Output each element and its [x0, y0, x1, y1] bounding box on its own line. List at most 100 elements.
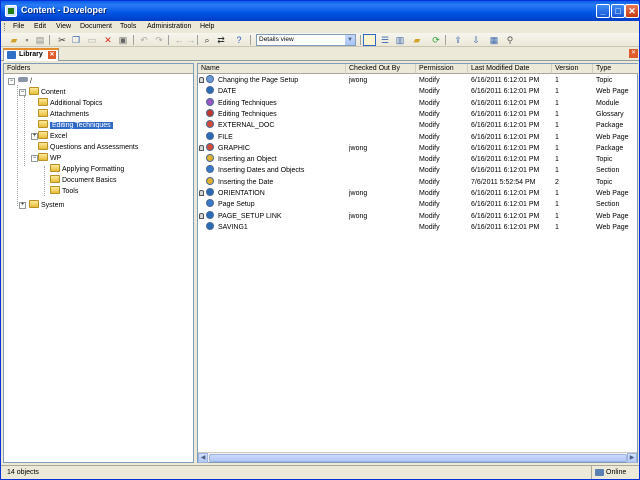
- column-header-permission[interactable]: Permission: [416, 64, 468, 74]
- tree-item-content[interactable]: − Content: [19, 87, 66, 98]
- chevron-down-icon[interactable]: ▼: [345, 35, 355, 45]
- column-header-name[interactable]: Name: [198, 64, 346, 74]
- folder-icon: [50, 175, 60, 183]
- menu-document[interactable]: Document: [80, 22, 112, 32]
- table-row[interactable]: Changing the Page Setup jwong Modify 6/16/2…: [198, 75, 638, 86]
- menu-tools[interactable]: Tools: [120, 22, 136, 32]
- menu-administration[interactable]: Administration: [147, 22, 191, 32]
- details-view-icon[interactable]: [363, 34, 376, 46]
- table-row[interactable]: ORIENTATION jwong Modify 6/16/2011 6:12:01 …: [198, 188, 638, 199]
- tree-item-wp[interactable]: − WP: [31, 153, 61, 164]
- table-row[interactable]: Inserting Dates and Objects Modify 6/16/20…: [198, 165, 638, 176]
- menu-view[interactable]: View: [56, 22, 71, 32]
- collapse-icon[interactable]: −: [19, 89, 26, 96]
- column-header-version[interactable]: Version: [552, 64, 593, 74]
- menu-help[interactable]: Help: [200, 22, 214, 32]
- redo-icon[interactable]: ↷: [154, 35, 164, 45]
- app-icon: [5, 5, 17, 17]
- close-button[interactable]: ✕: [625, 4, 639, 18]
- table-row[interactable]: Inserting the Date Modify 7/6/2011 5:52:54…: [198, 176, 638, 188]
- print-icon[interactable]: ▤: [35, 35, 45, 45]
- folder-pane: Folders − / − Content Additional Topics …: [3, 63, 194, 463]
- cut-icon[interactable]: ✂: [57, 35, 67, 45]
- expand-icon[interactable]: +: [19, 202, 26, 209]
- check-in-icon[interactable]: ⇪: [453, 35, 463, 45]
- cell-last-modified: 6/16/2011 6:12:01 PM: [471, 86, 551, 97]
- forward-icon[interactable]: →: [186, 35, 196, 45]
- copy-icon[interactable]: ❐: [71, 35, 81, 45]
- tree-item-label: Excel: [50, 133, 68, 140]
- column-header-last-modified[interactable]: Last Modified Date: [468, 64, 552, 74]
- scroll-right-icon[interactable]: ▶: [627, 453, 637, 463]
- cell-type-text: Package: [596, 122, 624, 130]
- collapse-icon[interactable]: −: [8, 78, 15, 85]
- tree-item-additional-topics[interactable]: Additional Topics: [38, 98, 102, 109]
- scroll-left-icon[interactable]: ◀: [198, 453, 208, 463]
- cell-type: Package: [596, 120, 637, 131]
- cell-permission: Modify: [419, 109, 467, 120]
- refresh-icon[interactable]: ⟳: [431, 35, 441, 45]
- horizontal-scrollbar[interactable]: ◀ ▶: [198, 452, 637, 463]
- open-folder-icon[interactable]: ▰: [9, 35, 19, 45]
- check-out-icon[interactable]: ⇩: [471, 35, 481, 45]
- panel-close-icon[interactable]: ✕: [629, 49, 638, 58]
- table-row[interactable]: Editing Techniques Modify 6/16/2011 6:12:0…: [198, 108, 638, 120]
- tree-root[interactable]: − /: [8, 76, 32, 87]
- collapse-icon[interactable]: −: [31, 155, 38, 162]
- list-view-icon[interactable]: ☰: [380, 35, 390, 45]
- paste-icon[interactable]: ▭: [87, 35, 97, 45]
- table-row[interactable]: PAGE_SETUP LINK jwong Modify 6/16/2011 6:12…: [198, 210, 638, 222]
- split-view-icon[interactable]: ▥: [395, 35, 405, 45]
- cell-last-modified-text: 7/6/2011 5:52:54 PM: [471, 178, 536, 186]
- cell-type: Web Page: [596, 211, 637, 222]
- back-icon[interactable]: ←: [174, 35, 184, 45]
- tree-item-excel[interactable]: + Excel: [31, 131, 67, 142]
- link-icon[interactable]: ⚲: [505, 35, 515, 45]
- tree-item-system[interactable]: + System: [19, 200, 64, 211]
- help-icon[interactable]: ?: [234, 35, 244, 45]
- table-row[interactable]: Inserting an Object Modify 6/16/2011 6:12:…: [198, 154, 638, 165]
- table-row[interactable]: SAVING1 Modify 6/16/2011 6:12:01 PM 1 Web Pa…: [198, 221, 638, 233]
- maximize-button[interactable]: □: [611, 4, 625, 18]
- menu-file[interactable]: File: [13, 22, 24, 32]
- column-header-type[interactable]: Type: [593, 64, 638, 74]
- menu-edit[interactable]: Edit: [34, 22, 46, 32]
- tree-item-questions-and-assessments[interactable]: Questions and Assessments: [38, 142, 138, 153]
- cell-name: Inserting an Object: [198, 154, 346, 165]
- scroll-thumb[interactable]: [209, 454, 627, 462]
- table-row[interactable]: EXTERNAL_DOC Modify 6/16/2011 6:12:01 PM 1 P…: [198, 120, 638, 131]
- table-row[interactable]: Page Setup Modify 6/16/2011 6:12:01 PM 1 Sec…: [198, 199, 638, 210]
- cell-permission-text: Modify: [419, 156, 440, 164]
- column-header-checked-out-by[interactable]: Checked Out By: [346, 64, 416, 74]
- properties-icon[interactable]: ▣: [118, 35, 128, 45]
- delete-icon[interactable]: ✕: [103, 35, 113, 45]
- publish-icon[interactable]: ▦: [489, 35, 499, 45]
- tree-item-label: Editing Techniques: [50, 122, 113, 129]
- save-icon[interactable]: ▪: [22, 35, 32, 45]
- table-row[interactable]: DATE Modify 6/16/2011 6:12:01 PM 1 Web Page: [198, 86, 638, 97]
- tree-item-attachments[interactable]: Attachments: [38, 109, 89, 120]
- undo-icon[interactable]: ↶: [139, 35, 149, 45]
- table-row[interactable]: Editing Techniques Modify 6/16/2011 6:12:0…: [198, 97, 638, 109]
- table-row[interactable]: GRAPHIC jwong Modify 6/16/2011 6:12:01 PM 1 P…: [198, 142, 638, 154]
- tree-item-applying-formatting[interactable]: Applying Formatting: [50, 164, 124, 175]
- new-folder-icon[interactable]: ▰: [412, 35, 422, 45]
- tab-library[interactable]: Library ✕: [3, 48, 59, 61]
- cell-permission: Modify: [419, 75, 467, 86]
- cell-version: 1: [555, 98, 592, 109]
- cell-checked-out-by: jwong: [349, 211, 415, 222]
- tree-root-label: /: [29, 78, 32, 85]
- cell-type-text: Topic: [596, 156, 613, 164]
- tree-item-editing-techniques[interactable]: Editing Techniques: [38, 120, 113, 131]
- cell-type-text: Topic: [596, 178, 613, 186]
- find-icon[interactable]: ⌕: [202, 35, 212, 45]
- minimize-button[interactable]: _: [596, 4, 610, 18]
- view-select[interactable]: Details view ▼: [256, 34, 356, 46]
- expand-icon[interactable]: +: [31, 133, 38, 140]
- tree-item-document-basics[interactable]: Document Basics: [50, 175, 116, 186]
- replace-icon[interactable]: ⇄: [216, 35, 226, 45]
- drive-icon: [18, 77, 28, 82]
- tree-item-tools[interactable]: Tools: [50, 186, 78, 197]
- tab-close-icon[interactable]: ✕: [48, 51, 56, 59]
- table-row[interactable]: FILE Modify 6/16/2011 6:12:01 PM 1 Web Page: [198, 131, 638, 143]
